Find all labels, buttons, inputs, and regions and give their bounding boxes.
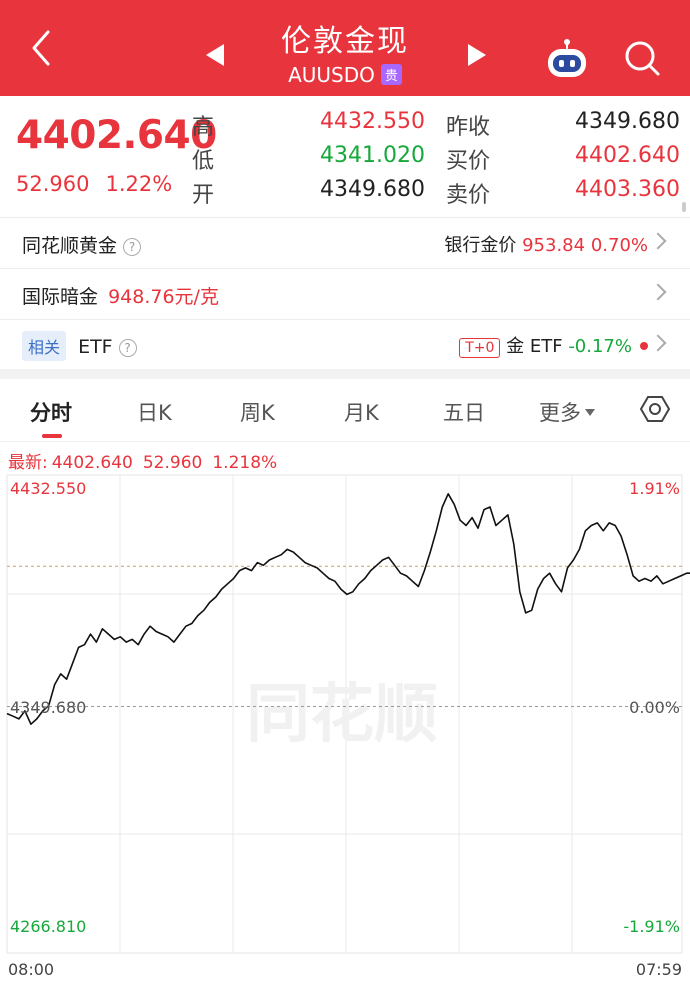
tab-weekly-k[interactable]: 周K [240,397,275,427]
bid-value: 4402.640 [575,143,680,168]
pct-label-mid: 0.00% [629,698,680,717]
ask-value: 4403.360 [575,177,680,202]
tab-more[interactable]: 更多 [539,397,595,427]
metal-badge: 贵 [380,64,402,85]
ths-gold-title: 同花顺黄金? [22,231,142,258]
related-etf-title: 相关 ETF? [22,331,137,361]
latest-price-bar: 最新: 4402.640 52.960 1.218% [8,448,287,473]
open-value: 4349.680 [320,177,425,202]
related-tag: 相关 [22,331,67,361]
ths-gold-label: 同花顺黄金 [22,235,118,257]
ask-label: 卖价 [446,183,491,208]
high-label: 高 [192,115,215,140]
settings-hexagon-icon[interactable] [640,394,670,424]
time-end: 07:59 [635,960,682,979]
help-icon[interactable]: ? [118,339,137,357]
chevron-right-icon [649,232,667,250]
latest-percent: 1.218% [212,453,278,473]
change-percent: 1.22% [105,172,173,196]
last-price: 4402.640 [16,113,217,158]
ths-gold-row[interactable]: 同花顺黄金? 银行金价 953.84 0.70% [0,217,690,268]
open-label: 开 [192,183,215,208]
quote-scrollbar[interactable] [682,202,686,212]
bank-gold-value: 953.84 [522,235,586,256]
tab-five-day[interactable]: 五日 [443,397,485,427]
intl-dark-gold-value: 948.76元/克 [108,286,219,308]
active-tab-indicator [42,434,62,438]
bank-gold-percent: 0.70% [590,235,648,256]
assistant-robot-icon[interactable] [544,36,590,82]
y-label-mid: 4349.680 [10,698,86,717]
bank-gold-info: 银行金价 953.84 0.70% [444,231,648,257]
bid-label: 买价 [446,149,491,174]
next-instrument-icon[interactable] [468,44,486,66]
tab-monthly-k[interactable]: 月K [344,397,379,427]
prev-close-value: 4349.680 [575,109,680,134]
title-bar: 伦敦金现 AUUSDO 贵 [0,0,690,96]
y-label-bottom: 4266.810 [10,917,86,936]
low-label: 低 [192,149,215,174]
code-text: AUUSDO [288,63,375,87]
intl-dark-gold-title: 国际暗金 948.76元/克 [22,282,219,309]
gold-etf-info: T+0 金 ETF -0.17% [459,332,648,358]
caret-down-icon [585,409,595,416]
search-icon[interactable] [622,38,662,78]
etf-label: ETF [78,336,113,358]
bank-gold-label: 银行金价 [444,235,517,256]
low-value: 4341.020 [320,143,425,168]
latest-label: 最新: [8,453,48,473]
tab-daily-k[interactable]: 日K [137,397,172,427]
intl-dark-gold-label: 国际暗金 [22,286,99,308]
price-change: 52.960 1.22% [16,172,188,196]
latest-change: 52.960 [142,453,203,473]
tab-more-label: 更多 [539,401,581,425]
latest-price: 4402.640 [51,453,133,473]
gold-etf-label: 金 ETF [506,336,563,357]
gold-etf-percent: -0.17% [568,336,632,357]
chevron-right-icon [649,334,667,352]
intl-dark-gold-row[interactable]: 国际暗金 948.76元/克 [0,268,690,319]
intraday-chart[interactable]: 同花顺 4432.550 4349.680 4266.810 1.91% 0.0… [0,474,690,954]
t0-tag: T+0 [459,338,501,358]
red-dot-icon [640,342,648,350]
quote-panel: 4402.640 52.960 1.22% 高 低 开 4432.550 4341… [0,96,690,216]
watermark-text: 同花顺 [246,678,438,752]
high-value: 4432.550 [320,109,425,134]
related-etf-row[interactable]: 相关 ETF? T+0 金 ETF -0.17% [0,319,690,370]
section-divider [0,369,690,379]
help-icon[interactable]: ? [123,238,142,256]
chart-period-tabs: 分时 日K 周K 月K 五日 更多 [0,379,690,442]
change-amount: 52.960 [16,172,90,196]
pct-label-top: 1.91% [629,479,680,498]
y-label-top: 4432.550 [10,479,86,498]
chevron-right-icon [649,283,667,301]
tab-intraday[interactable]: 分时 [30,397,72,427]
time-start: 08:00 [8,960,55,979]
prev-close-label: 昨收 [446,115,491,140]
pct-label-bottom: -1.91% [623,917,680,936]
